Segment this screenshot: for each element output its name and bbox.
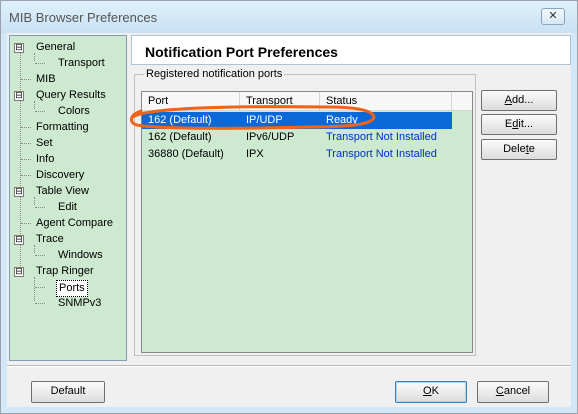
tree-item-label: Windows (58, 249, 103, 261)
category-tree[interactable]: ⊟ General Transport MIB ⊟ Query Results … (9, 35, 127, 361)
tree-item-label: Trace (36, 233, 64, 245)
add-button[interactable]: Add... (481, 90, 557, 111)
tree-item-label: Edit (58, 201, 77, 213)
tree-connector (35, 287, 45, 288)
tree-item-transport[interactable]: Transport (14, 56, 124, 71)
tree-item-label: Discovery (36, 169, 85, 181)
cancel-accelerator: C (495, 385, 504, 397)
tree-item-label: MIB (36, 73, 56, 85)
tree-connector (21, 223, 31, 224)
tree-item-label: Colors (58, 105, 90, 117)
tree-connector (35, 303, 45, 304)
preferences-window: MIB Browser Preferences ✕ ⊟ General Tran… (0, 0, 578, 414)
dialog-client: ⊟ General Transport MIB ⊟ Query Results … (7, 33, 571, 407)
delete-label-post: e (528, 143, 535, 155)
collapse-icon[interactable]: ⊟ (14, 267, 24, 277)
preferences-panel: Notification Port Preferences Registered… (131, 35, 571, 363)
tree-item-formatting[interactable]: Formatting (14, 120, 124, 135)
page-title: Notification Port Preferences (145, 44, 338, 60)
tree-item-agent-compare[interactable]: Agent Compare (14, 216, 124, 231)
close-button[interactable]: ✕ (541, 8, 565, 25)
tree-item-label: Ports (56, 280, 88, 297)
collapse-icon[interactable]: ⊟ (14, 235, 24, 245)
ok-accelerator: O (423, 385, 432, 397)
table-row[interactable]: 36880 (Default) IPX Transport Not Instal… (142, 146, 452, 163)
add-label-post: dd... (511, 94, 534, 106)
cancel-label-post: ancel (503, 385, 531, 397)
tree-item-label: Info (36, 153, 55, 165)
tree-item-query-results[interactable]: ⊟ Query Results (14, 88, 124, 103)
ok-button[interactable]: OK (395, 381, 467, 403)
close-icon: ✕ (548, 10, 558, 22)
default-button[interactable]: Default (31, 381, 105, 403)
tree-item-info[interactable]: Info (14, 152, 124, 167)
title-bar: MIB Browser Preferences ✕ (1, 1, 577, 33)
tree-item-ports[interactable]: Ports (14, 280, 124, 297)
cell-transport: IPX (246, 148, 264, 160)
tree-item-label: Set (36, 137, 53, 149)
tree-connector (21, 159, 31, 160)
tree-item-label: General (36, 41, 76, 53)
collapse-icon[interactable]: ⊟ (14, 187, 24, 197)
tree-item-trace[interactable]: ⊟ Trace (14, 232, 124, 247)
tree-connector (35, 63, 45, 64)
tree-item-label: Table View (36, 185, 89, 197)
tree-connector (21, 175, 31, 176)
annotation-highlight (130, 105, 376, 130)
collapse-icon[interactable]: ⊟ (14, 91, 24, 101)
delete-label-pre: Dele (503, 143, 526, 155)
tree-connector (21, 143, 31, 144)
tree-item-label: Transport (58, 57, 105, 69)
cell-status: Transport Not Installed (326, 131, 437, 143)
tree-connector (21, 79, 31, 80)
tree-connector (35, 255, 45, 256)
cancel-button[interactable]: Cancel (477, 381, 549, 403)
tree-connector (21, 127, 31, 128)
tree-item-label: Query Results (36, 89, 106, 101)
cell-status: Transport Not Installed (326, 148, 437, 160)
tree-connector (35, 207, 45, 208)
tree-connector (35, 111, 45, 112)
tree-item-discovery[interactable]: Discovery (14, 168, 124, 183)
cell-port: 36880 (Default) (148, 148, 224, 160)
tree-item-set[interactable]: Set (14, 136, 124, 151)
tree-item-windows[interactable]: Windows (14, 248, 124, 263)
cell-port: 162 (Default) (148, 131, 212, 143)
edit-label-post: it... (518, 118, 534, 130)
tree-item-label: Formatting (36, 121, 89, 133)
annotation-stroke (130, 105, 376, 130)
table-row[interactable]: 162 (Default) IPv6/UDP Transport Not Ins… (142, 129, 452, 146)
tree-item-colors[interactable]: Colors (14, 104, 124, 119)
tree-item-label: SNMPv3 (58, 297, 102, 309)
ok-label-post: K (431, 385, 439, 397)
tree-item-trap-ringer[interactable]: ⊟ Trap Ringer (14, 264, 124, 279)
window-title: MIB Browser Preferences (9, 10, 158, 25)
collapse-icon[interactable]: ⊟ (14, 43, 24, 53)
cell-transport: IPv6/UDP (246, 131, 295, 143)
tree-item-mib[interactable]: MIB (14, 72, 124, 87)
tree-item-label: Trap Ringer (36, 265, 94, 277)
tree-item-label: Agent Compare (36, 217, 114, 229)
panel-header: Notification Port Preferences (131, 35, 571, 65)
tree-item-snmpv3[interactable]: SNMPv3 (14, 296, 124, 311)
tree-item-general[interactable]: ⊟ General (14, 40, 124, 55)
add-accelerator: A (504, 94, 512, 106)
tree-item-edit[interactable]: Edit (14, 200, 124, 215)
tree-item-table-view[interactable]: ⊟ Table View (14, 184, 124, 199)
footer-separator (7, 365, 571, 367)
edit-button[interactable]: Edit... (481, 114, 557, 135)
groupbox-label: Registered notification ports (144, 68, 285, 80)
delete-button[interactable]: Delete (481, 139, 557, 160)
